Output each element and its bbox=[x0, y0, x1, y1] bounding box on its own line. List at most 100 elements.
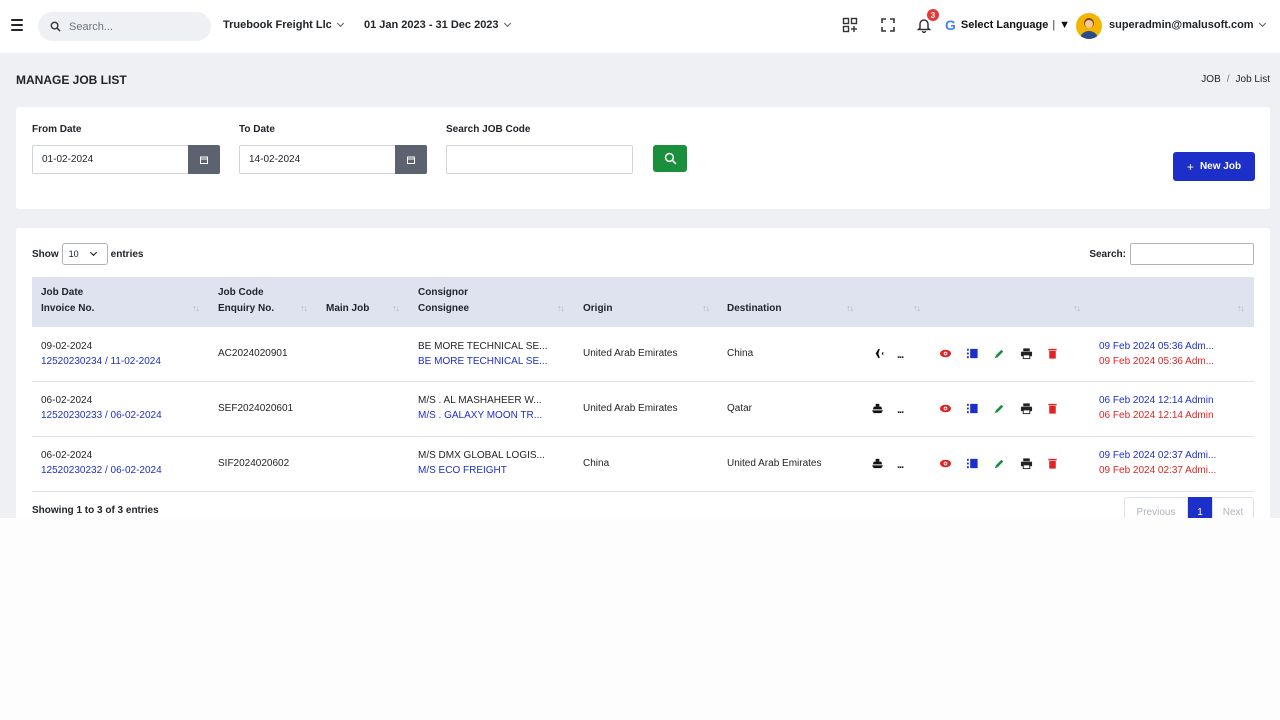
date-range-dropdown[interactable]: 01 Jan 2023 - 31 Dec 2023 bbox=[364, 19, 511, 31]
new-job-label: New Job bbox=[1199, 161, 1242, 172]
col-consignor[interactable]: Consignor Consignee bbox=[418, 285, 469, 317]
apps-icon[interactable] bbox=[842, 17, 858, 33]
print-icon[interactable] bbox=[1020, 457, 1033, 470]
edit-icon[interactable] bbox=[993, 347, 1006, 360]
sort-icon[interactable]: ↑↓ bbox=[846, 303, 854, 313]
list-icon[interactable] bbox=[966, 457, 979, 470]
table-search-label: Search: bbox=[1089, 248, 1126, 260]
job-code: SEF2024020601 bbox=[218, 403, 294, 414]
show-label: Show bbox=[32, 248, 59, 260]
notification-badge: 3 bbox=[927, 9, 939, 21]
user-menu[interactable]: superadmin@malusoft.com bbox=[1109, 19, 1266, 31]
company-dropdown[interactable]: Truebook Freight Llc bbox=[223, 19, 344, 31]
consignor: M/S DMX GLOBAL LOGIS... bbox=[418, 450, 545, 461]
audit-cell: 09 Feb 2024 05:36 Adm... 09 Feb 2024 05:… bbox=[1099, 339, 1214, 369]
col-consignor-label: Consignor bbox=[418, 287, 468, 298]
from-date-group bbox=[32, 145, 220, 174]
col-invoice-label: Invoice No. bbox=[41, 303, 95, 314]
col-job-code[interactable]: Job Code Enquiry No. bbox=[218, 285, 274, 317]
edit-icon[interactable] bbox=[993, 457, 1006, 470]
created-info: 06 Feb 2024 12:14 Admin bbox=[1099, 395, 1214, 406]
job-code-input[interactable] bbox=[446, 145, 633, 174]
sort-icon[interactable]: ↑↓ bbox=[392, 303, 400, 313]
table-search-input[interactable] bbox=[1130, 243, 1254, 265]
consignor: M/S . AL MASHAHEER W... bbox=[418, 395, 542, 406]
job-date: 06-02-2024 bbox=[41, 395, 93, 406]
divider: | bbox=[1052, 19, 1056, 31]
job-date: 06-02-2024 bbox=[41, 450, 93, 461]
list-icon[interactable] bbox=[966, 402, 979, 415]
origin: United Arab Emirates bbox=[583, 403, 678, 414]
job-date-cell: 06-02-2024 12520230233 / 06-02-2024 bbox=[41, 393, 162, 423]
sort-icon[interactable]: ↑↓ bbox=[192, 303, 200, 313]
sort-icon[interactable]: ↑↓ bbox=[702, 303, 710, 313]
entries-label: entries bbox=[110, 248, 144, 260]
to-date-group bbox=[239, 145, 427, 174]
edit-icon[interactable] bbox=[993, 402, 1006, 415]
consignee: BE MORE TECHNICAL SE... bbox=[418, 356, 548, 367]
new-job-button[interactable]: + New Job bbox=[1173, 152, 1255, 181]
sort-icon[interactable]: ↑↓ bbox=[913, 303, 921, 313]
destination: United Arab Emirates bbox=[727, 458, 822, 469]
consignee: M/S ECO FREIGHT bbox=[418, 465, 507, 476]
view-icon[interactable] bbox=[939, 402, 952, 415]
more-icon[interactable]: ... bbox=[897, 404, 904, 416]
ship-icon bbox=[871, 458, 884, 469]
invoice-link[interactable]: 12520230233 / 06-02-2024 bbox=[41, 408, 162, 423]
col-main-job[interactable]: Main Job bbox=[326, 301, 369, 317]
table-row: 09-02-2024 12520230234 / 11-02-2024 AC20… bbox=[32, 327, 1254, 382]
destination: China bbox=[727, 348, 754, 359]
print-icon[interactable] bbox=[1020, 402, 1033, 415]
global-search-input[interactable] bbox=[69, 20, 199, 33]
table-search: Search: bbox=[1089, 243, 1254, 265]
avatar[interactable] bbox=[1076, 13, 1102, 39]
delete-icon[interactable] bbox=[1046, 457, 1059, 470]
from-date-calendar-button[interactable] bbox=[188, 145, 220, 174]
global-search[interactable] bbox=[38, 12, 211, 41]
menu-icon[interactable] bbox=[11, 19, 23, 31]
print-icon[interactable] bbox=[1020, 347, 1033, 360]
search-icon bbox=[664, 152, 676, 165]
col-job-date[interactable]: Job Date Invoice No. bbox=[41, 285, 94, 317]
page-length-select[interactable]: 10 bbox=[61, 243, 108, 265]
col-enquiry-label: Enquiry No. bbox=[218, 303, 275, 314]
col-destination[interactable]: Destination bbox=[727, 301, 781, 317]
plus-icon: + bbox=[1186, 159, 1194, 174]
invoice-link[interactable]: 12520230232 / 06-02-2024 bbox=[41, 463, 162, 478]
fullscreen-icon[interactable] bbox=[880, 17, 896, 33]
sort-icon[interactable]: ↑↓ bbox=[557, 303, 565, 313]
origin: China bbox=[583, 458, 610, 469]
chevron-down-icon bbox=[336, 19, 344, 28]
to-date-input[interactable] bbox=[239, 145, 395, 174]
sort-icon[interactable]: ↑↓ bbox=[300, 303, 308, 313]
from-date-input[interactable] bbox=[32, 145, 188, 174]
to-date-calendar-button[interactable] bbox=[395, 145, 427, 174]
view-icon[interactable] bbox=[939, 457, 952, 470]
col-origin[interactable]: Origin bbox=[583, 301, 612, 317]
breadcrumb: JOB / Job List bbox=[1201, 74, 1270, 85]
calendar-icon bbox=[407, 156, 415, 164]
more-icon[interactable]: ... bbox=[897, 459, 904, 471]
search-button[interactable] bbox=[653, 145, 687, 172]
language-selector[interactable]: G Select Language | ▼ bbox=[945, 17, 1070, 33]
job-code: AC2024020901 bbox=[218, 348, 288, 359]
party-cell: M/S DMX GLOBAL LOGIS... M/S ECO FREIGHT bbox=[418, 448, 545, 478]
more-icon[interactable]: ... bbox=[897, 349, 904, 361]
list-icon[interactable] bbox=[966, 347, 979, 360]
page-length-value: 10 bbox=[68, 249, 79, 259]
company-name: Truebook Freight Llc bbox=[223, 19, 332, 31]
airplane-icon bbox=[871, 348, 884, 359]
invoice-link[interactable]: 12520230234 / 11-02-2024 bbox=[41, 354, 161, 369]
blank-area bbox=[0, 518, 1280, 720]
delete-icon[interactable] bbox=[1046, 347, 1059, 360]
breadcrumb-job[interactable]: JOB bbox=[1201, 74, 1220, 85]
sort-icon[interactable]: ↑↓ bbox=[1073, 303, 1081, 313]
breadcrumb-job-list: Job List bbox=[1235, 74, 1270, 85]
consignor: BE MORE TECHNICAL SE... bbox=[418, 341, 548, 352]
view-icon[interactable] bbox=[939, 347, 952, 360]
created-info: 09 Feb 2024 05:36 Adm... bbox=[1099, 341, 1215, 352]
updated-info: 06 Feb 2024 12:14 Admin bbox=[1099, 410, 1214, 421]
sort-icon[interactable]: ↑↓ bbox=[1237, 303, 1245, 313]
job-date-cell: 09-02-2024 12520230234 / 11-02-2024 bbox=[41, 339, 161, 369]
delete-icon[interactable] bbox=[1046, 402, 1059, 415]
